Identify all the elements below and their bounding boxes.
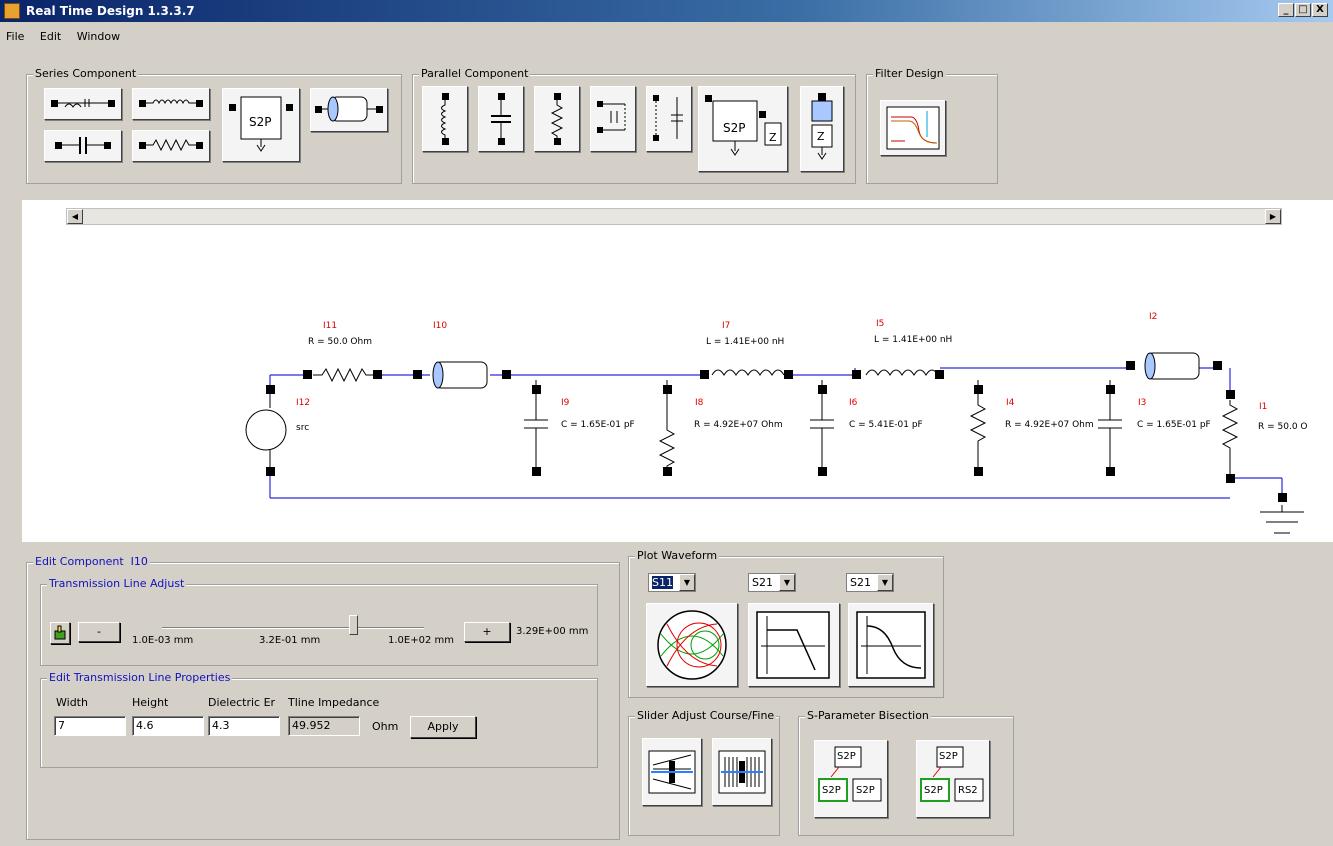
plot3-param-select[interactable]: S21 ▼ (846, 573, 894, 592)
slider-adjust-label: Slider Adjust Course/Fine (635, 709, 777, 722)
component-id-i3[interactable]: I3 (1138, 398, 1146, 408)
slider-min-label: 1.0E-03 mm (132, 635, 194, 646)
component-id-i5[interactable]: I5 (876, 319, 884, 329)
edit-component-label: Edit Component I10 (33, 555, 150, 568)
dielectric-label: Dielectric Er (208, 696, 276, 709)
plot3-button[interactable] (848, 603, 934, 687)
tline-properties-label: Edit Transmission Line Properties (47, 671, 233, 684)
fine-adjust-button[interactable] (712, 738, 772, 806)
tline-adjust-label: Transmission Line Adjust (47, 577, 187, 590)
impedance-unit: Ohm (372, 720, 399, 733)
smith-chart-icon (657, 610, 727, 680)
component-id-i9[interactable]: I9 (561, 398, 569, 408)
rolloff-plot-icon (856, 611, 926, 679)
decrement-button[interactable]: - (78, 622, 120, 642)
component-value-i1[interactable]: R = 50.0 O (1258, 422, 1308, 432)
component-id-i6[interactable]: I6 (849, 398, 857, 408)
height-label: Height (132, 696, 169, 709)
current-length-value: 3.29E+00 mm (516, 626, 589, 637)
component-value-i4[interactable]: R = 4.92E+07 Ohm (1005, 420, 1094, 430)
bisection-s2p-button[interactable]: S2P S2P S2P (814, 740, 888, 818)
component-id-i12[interactable]: I12 (296, 398, 310, 408)
lock-slider-button[interactable] (50, 622, 70, 644)
component-id-i4[interactable]: I4 (1006, 398, 1014, 408)
dielectric-input[interactable]: 4.3 (208, 716, 280, 736)
component-id-i8[interactable]: I8 (695, 398, 703, 408)
plot2-button[interactable] (748, 603, 840, 687)
component-id-i10[interactable]: I10 (433, 321, 447, 331)
apply-button[interactable]: Apply (410, 716, 476, 738)
component-value-i7[interactable]: L = 1.41E+00 nH (706, 337, 784, 347)
component-value-i3[interactable]: C = 1.65E-01 pF (1137, 420, 1211, 430)
coarse-adjust-button[interactable] (642, 738, 702, 806)
component-value-i6[interactable]: C = 5.41E-01 pF (849, 420, 923, 430)
edit-component-id: I10 (130, 555, 148, 568)
smith-chart-button[interactable] (646, 603, 738, 687)
increment-button[interactable]: + (464, 622, 510, 642)
height-input[interactable]: 4.6 (132, 716, 204, 736)
bisection-rs2-button[interactable]: S2P S2P RS2 (916, 740, 990, 818)
chevron-down-icon: ▼ (679, 574, 695, 591)
component-value-i5[interactable]: L = 1.41E+00 nH (874, 335, 952, 345)
coarse-slider-icon (648, 750, 696, 794)
impedance-field: 49.952 (288, 716, 360, 736)
plot2-param-select[interactable]: S21 ▼ (748, 573, 796, 592)
component-value-i8[interactable]: R = 4.92E+07 Ohm (694, 420, 783, 430)
tline-length-slider[interactable] (162, 615, 424, 635)
chevron-down-icon: ▼ (877, 574, 893, 591)
impedance-label: Tline Impedance (288, 696, 380, 709)
component-value-i9[interactable]: C = 1.65E-01 pF (561, 420, 635, 430)
width-input[interactable]: 7 (54, 716, 126, 736)
hand-icon (54, 625, 66, 640)
component-id-i11[interactable]: I11 (323, 321, 337, 331)
component-id-i7[interactable]: I7 (722, 321, 730, 331)
component-value-i12[interactable]: src (296, 423, 309, 433)
plot1-param-select[interactable]: S11 ▼ (648, 573, 696, 592)
component-value-i11[interactable]: R = 50.0 Ohm (308, 337, 372, 347)
width-label: Width (56, 696, 88, 709)
slider-max-label: 1.0E+02 mm (388, 635, 454, 646)
slider-mid-label: 3.2E-01 mm (259, 635, 321, 646)
bisection-label: S-Parameter Bisection (805, 709, 931, 722)
plot-waveform-label: Plot Waveform (635, 549, 720, 562)
slider-thumb[interactable] (349, 615, 359, 635)
component-id-i1[interactable]: I1 (1259, 402, 1267, 412)
component-id-i2[interactable]: I2 (1149, 312, 1157, 322)
chevron-down-icon: ▼ (779, 574, 795, 591)
fine-slider-icon (718, 750, 766, 794)
lowpass-plot-icon (756, 611, 830, 679)
